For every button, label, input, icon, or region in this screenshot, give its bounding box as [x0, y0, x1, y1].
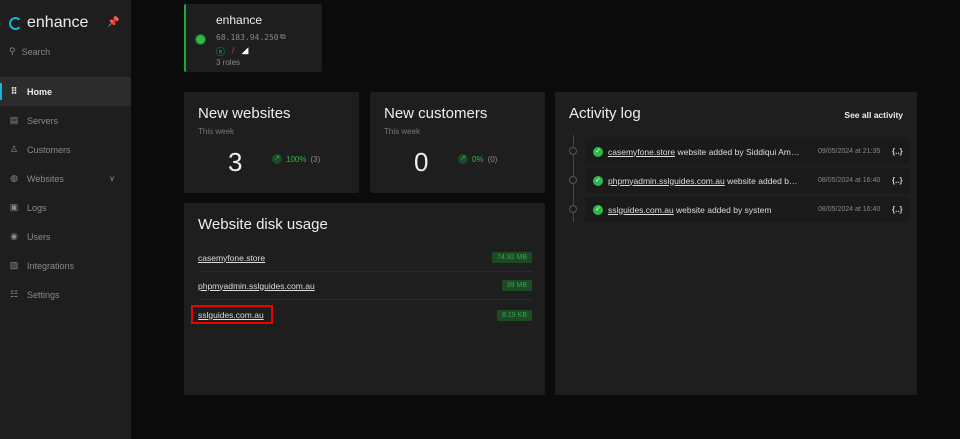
card-title: New customers: [384, 105, 488, 122]
sidebar-item-label: Servers: [27, 115, 59, 126]
domain-link[interactable]: phpmyadmin.sslguides.com.au: [198, 281, 315, 291]
sidebar-nav: ⠿ Home ▤ Servers ♙ Customers ◍ Websites ∨ ▣ Lo…: [0, 77, 131, 309]
user-icon: ♙: [9, 144, 19, 154]
card-title: Website disk usage: [198, 216, 328, 233]
trend-count: (0): [487, 154, 498, 164]
sidebar-item-label: Logs: [27, 202, 47, 213]
disk-row: phpmyadmin.sslguides.com.au 39 MB: [198, 272, 532, 300]
database-role-icon: ◢: [241, 45, 249, 55]
server-name: enhance: [216, 13, 263, 27]
web-role-icon: /: [232, 45, 235, 55]
disk-row: casemyfone.store 74.92 MB: [198, 244, 532, 272]
see-all-activity-link[interactable]: See all activity: [844, 110, 903, 120]
activity-text: website added by system: [673, 204, 772, 215]
trend-up-icon: ↗: [458, 154, 468, 164]
activity-message: phpmyadmin.sslguides.com.au website adde…: [608, 176, 801, 186]
server-card[interactable]: enhance 68.183.94.250 ⧉ ⓔ / ◢ 3 roles: [184, 4, 322, 72]
activity-row: ✓ casemyfone.store website added by Siddi…: [569, 139, 909, 164]
chevron-down-icon[interactable]: ∨: [109, 174, 115, 183]
search-label: Search: [21, 46, 51, 57]
logo[interactable]: enhance: [9, 14, 88, 32]
disk-usage-card: Website disk usage casemyfone.store 74.92…: [184, 203, 545, 395]
brand-name: enhance: [27, 14, 89, 31]
sidebar-item-label: Integrations: [27, 260, 75, 271]
sidebar-item-label: Settings: [27, 289, 60, 300]
activity-row: ✓ phpmyadmin.sslguides.com.au website add…: [569, 168, 909, 193]
activity-time: 09/05/2024 at 21:35: [818, 148, 881, 155]
trend: ↗ 0% (0): [458, 154, 497, 164]
globe-icon: ◍: [10, 173, 18, 183]
check-circle-icon: ✓: [593, 204, 603, 215]
card-period: This week: [198, 127, 235, 136]
stat-value: 0: [414, 147, 429, 177]
activity-message: casemyfone.store website added by Siddiq…: [608, 147, 801, 157]
check-circle-icon: ✓: [593, 175, 603, 186]
sidebar-item-logs[interactable]: ▣ Logs: [0, 193, 131, 222]
timeline-node: [569, 205, 577, 213]
activity-time: 08/05/2024 at 16:40: [818, 206, 881, 213]
enhance-role-icon: ⓔ: [216, 47, 226, 57]
sliders-icon: ☷: [9, 289, 19, 299]
roles-count: 3 roles: [216, 58, 241, 67]
highlight-box: [191, 305, 273, 324]
stat-value: 3: [228, 147, 243, 177]
user-circle-icon: ◉: [10, 231, 18, 241]
activity-link[interactable]: sslguides.com.au: [608, 205, 674, 215]
sidebar-item-label: Websites: [27, 173, 64, 184]
sidebar: enhance 📌 ⚲ Search ⠿ Home ▤ Servers ♙ Custom…: [0, 0, 131, 439]
activity-text: website added by Siddiqui Amm...: [675, 146, 801, 157]
copy-icon[interactable]: ⧉: [280, 32, 286, 42]
activity-log-card: Activity log See all activity ✓ casemyfon…: [555, 92, 917, 395]
size-badge: 8.19 KB: [497, 309, 532, 321]
grid-icon: ⠿: [10, 86, 18, 96]
sidebar-item-websites[interactable]: ◍ Websites ∨: [0, 164, 131, 193]
status-indicator: [196, 35, 205, 44]
sidebar-item-settings[interactable]: ☷ Settings: [0, 280, 131, 309]
card-title: Activity log: [569, 105, 641, 122]
integrations-icon: ▨: [9, 260, 19, 270]
check-circle-icon: ✓: [593, 146, 603, 157]
details-button[interactable]: {..}: [892, 147, 903, 156]
server-icon: ▤: [9, 115, 19, 125]
enhance-logo-icon: [9, 16, 22, 30]
trend-percent: 100%: [286, 154, 307, 164]
sidebar-item-integrations[interactable]: ▨ Integrations: [0, 251, 131, 280]
timeline-node: [569, 147, 577, 155]
details-button[interactable]: {..}: [892, 205, 903, 214]
clipboard-icon: ▣: [9, 202, 19, 212]
sidebar-item-servers[interactable]: ▤ Servers: [0, 106, 131, 135]
activity-message: sslguides.com.au website added by system: [608, 205, 801, 215]
sidebar-item-label: Customers: [27, 144, 71, 155]
activity-text: website added by ...: [724, 175, 801, 186]
server-ip: 68.183.94.250: [216, 33, 279, 42]
domain-link[interactable]: casemyfone.store: [198, 253, 265, 263]
sidebar-item-home[interactable]: ⠿ Home: [0, 77, 131, 106]
size-badge: 39 MB: [501, 280, 532, 291]
trend-count: (3): [310, 154, 321, 164]
search-icon: ⚲: [9, 46, 16, 56]
trend-up-icon: ↗: [272, 154, 282, 164]
trend-percent: 0%: [472, 154, 484, 164]
pin-icon[interactable]: 📌: [107, 17, 119, 28]
details-button[interactable]: {..}: [892, 176, 903, 185]
new-customers-card: New customers This week 0 ↗ 0% (0): [370, 92, 545, 193]
card-title: New websites: [198, 105, 291, 122]
activity-time: 08/05/2024 at 16:40: [818, 177, 881, 184]
timeline-node: [569, 176, 577, 184]
sidebar-item-label: Users: [27, 231, 51, 242]
sidebar-item-customers[interactable]: ♙ Customers: [0, 135, 131, 164]
trend: ↗ 100% (3): [272, 154, 320, 164]
activity-link[interactable]: phpmyadmin.sslguides.com.au: [608, 176, 725, 186]
sidebar-item-users[interactable]: ◉ Users: [0, 222, 131, 251]
new-websites-card: New websites This week 3 ↗ 100% (3): [184, 92, 359, 193]
size-badge: 74.92 MB: [492, 252, 532, 263]
card-period: This week: [384, 127, 421, 136]
activity-row: ✓ sslguides.com.au website added by syste…: [569, 197, 909, 222]
role-icons: ⓔ / ◢: [216, 45, 248, 58]
activity-link[interactable]: casemyfone.store: [608, 147, 675, 157]
sidebar-item-label: Home: [27, 86, 53, 97]
search-button[interactable]: ⚲ Search: [9, 46, 50, 57]
